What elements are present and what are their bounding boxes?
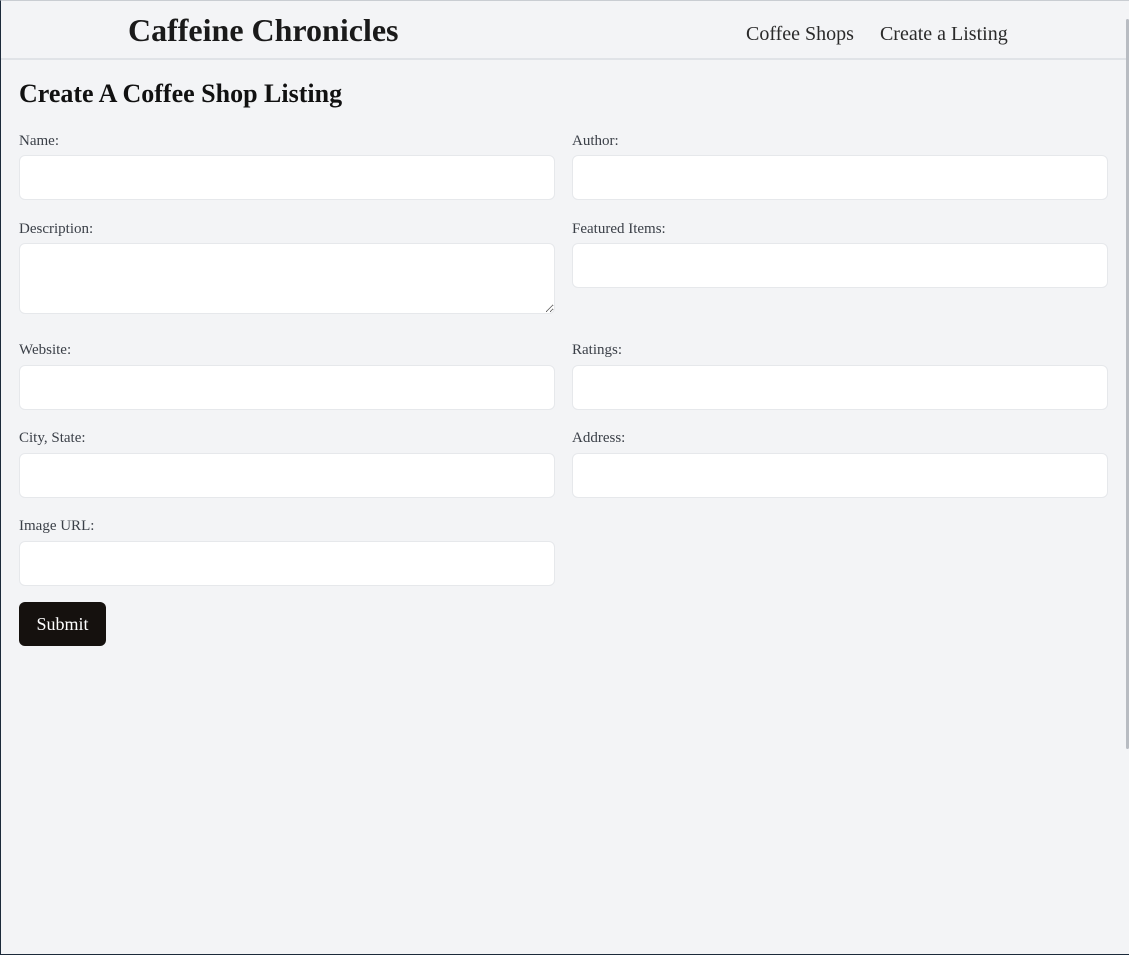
ratings-input[interactable] <box>572 365 1108 410</box>
name-input[interactable] <box>19 155 555 200</box>
image-url-input[interactable] <box>19 541 555 586</box>
address-label: Address: <box>572 430 626 446</box>
nav-link-coffee-shops[interactable]: Coffee Shops <box>746 22 854 46</box>
page-title: Create A Coffee Shop Listing <box>19 79 343 108</box>
address-input[interactable] <box>572 453 1108 498</box>
site-title[interactable]: Caffeine Chronicles <box>128 10 398 50</box>
main-nav: Coffee Shops Create a Listing <box>746 22 1008 46</box>
city-state-input[interactable] <box>19 453 555 498</box>
website-label: Website: <box>19 342 72 358</box>
site-header: Caffeine Chronicles Coffee Shops Create … <box>1 1 1128 60</box>
featured-items-label: Featured Items: <box>572 221 666 237</box>
featured-items-input[interactable] <box>572 243 1108 288</box>
name-label: Name: <box>19 133 59 149</box>
website-input[interactable] <box>19 365 555 410</box>
image-url-label: Image URL: <box>19 518 95 534</box>
description-textarea[interactable] <box>19 243 555 314</box>
city-state-label: City, State: <box>19 430 86 446</box>
author-label: Author: <box>572 133 619 149</box>
author-input[interactable] <box>572 155 1108 200</box>
ratings-label: Ratings: <box>572 342 623 358</box>
nav-link-create-listing[interactable]: Create a Listing <box>880 22 1008 46</box>
submit-button[interactable]: Submit <box>19 602 106 646</box>
app-window: Caffeine Chronicles Coffee Shops Create … <box>0 0 1129 955</box>
description-label: Description: <box>19 221 94 237</box>
